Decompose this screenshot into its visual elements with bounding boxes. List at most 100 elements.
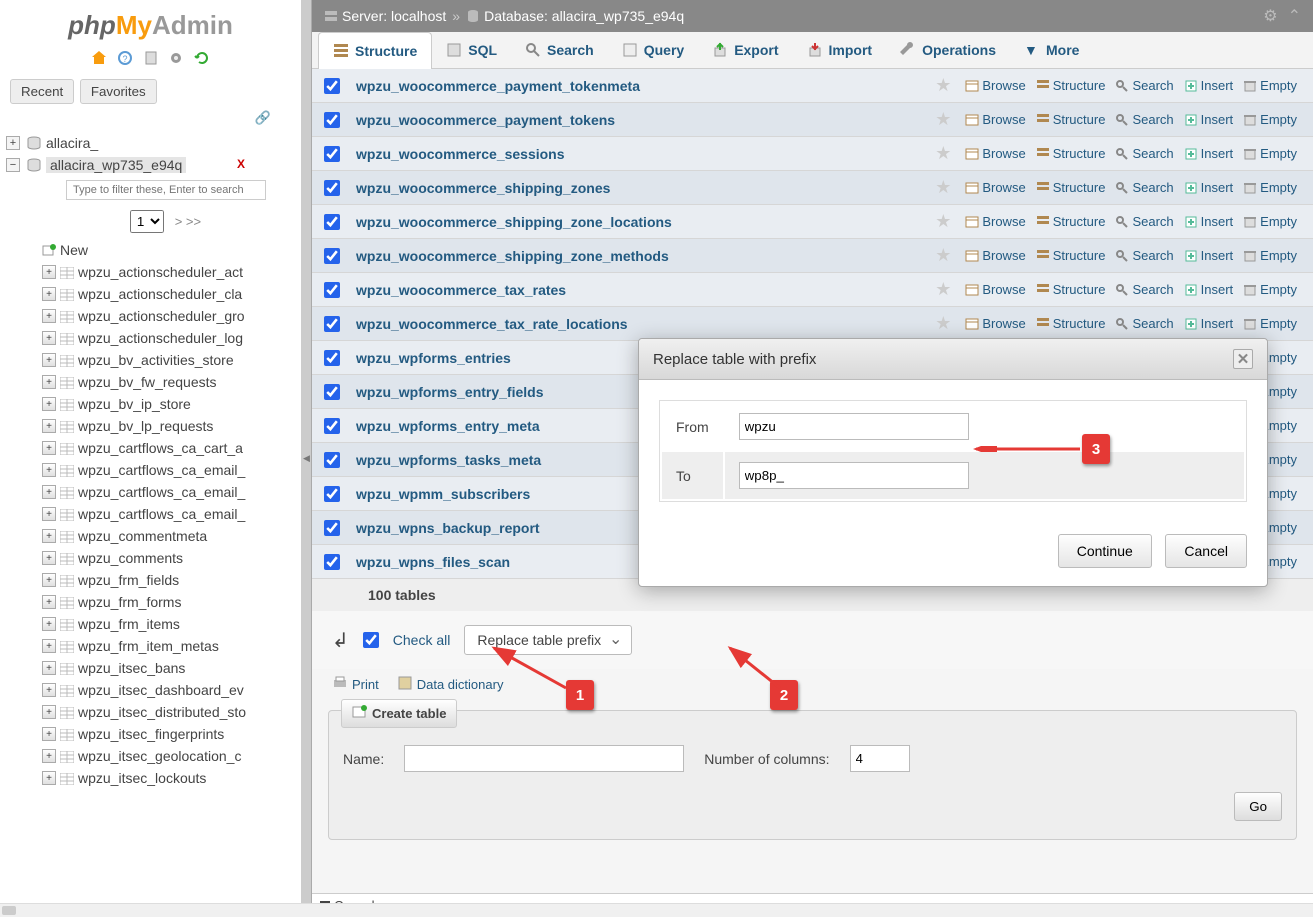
structure-action[interactable]: Structure xyxy=(1032,282,1110,297)
expand-icon[interactable]: + xyxy=(42,617,56,631)
tab-more[interactable]: ▼More xyxy=(1010,32,1093,68)
dialog-titlebar[interactable]: Replace table with prefix ✕ xyxy=(639,339,1267,380)
expand-icon[interactable]: + xyxy=(42,529,56,543)
tab-query[interactable]: Query xyxy=(608,32,698,68)
expand-icon[interactable]: + xyxy=(42,595,56,609)
tab-structure[interactable]: Structure xyxy=(318,32,432,69)
table-name[interactable]: wpzu_woocommerce_shipping_zones xyxy=(356,180,935,196)
browse-action[interactable]: Browse xyxy=(961,180,1029,195)
row-checkbox[interactable] xyxy=(324,146,340,162)
browse-action[interactable]: Browse xyxy=(961,146,1029,161)
favorite-star-icon[interactable]: ★ xyxy=(935,313,951,334)
table-item[interactable]: + wpzu_frm_forms xyxy=(30,591,301,613)
insert-action[interactable]: Insert xyxy=(1180,78,1238,93)
expand-icon[interactable]: + xyxy=(42,639,56,653)
expand-icon[interactable]: + xyxy=(42,573,56,587)
favorite-star-icon[interactable]: ★ xyxy=(935,177,951,198)
table-name[interactable]: wpzu_woocommerce_sessions xyxy=(356,146,935,162)
favorite-star-icon[interactable]: ★ xyxy=(935,279,951,300)
docs-icon[interactable] xyxy=(143,50,159,66)
table-item[interactable]: + wpzu_frm_fields xyxy=(30,569,301,591)
empty-action[interactable]: Empty xyxy=(1239,78,1301,93)
row-checkbox[interactable] xyxy=(324,384,340,400)
expand-icon[interactable]: + xyxy=(42,309,56,323)
table-name[interactable]: wpzu_frm_forms xyxy=(78,594,181,610)
table-name[interactable]: wpzu_cartflows_ca_email_ xyxy=(78,484,245,500)
structure-action[interactable]: Structure xyxy=(1032,78,1110,93)
browse-action[interactable]: Browse xyxy=(961,316,1029,331)
table-item[interactable]: + wpzu_comments xyxy=(30,547,301,569)
row-checkbox[interactable] xyxy=(324,350,340,366)
table-item[interactable]: + wpzu_bv_activities_store xyxy=(30,349,301,371)
search-action[interactable]: Search xyxy=(1111,112,1177,127)
table-item[interactable]: +wpzu_frm_item_metas xyxy=(30,635,301,657)
table-name[interactable]: wpzu_actionscheduler_act xyxy=(78,264,243,280)
table-item[interactable]: +wpzu_cartflows_ca_email_ xyxy=(30,459,301,481)
empty-action[interactable]: Empty xyxy=(1239,112,1301,127)
table-name[interactable]: wpzu_woocommerce_tax_rate_locations xyxy=(356,316,935,332)
empty-action[interactable]: Empty xyxy=(1239,282,1301,297)
insert-action[interactable]: Insert xyxy=(1180,112,1238,127)
expand-icon[interactable]: + xyxy=(42,441,56,455)
page-select[interactable]: 1 xyxy=(130,210,164,233)
expand-icon[interactable]: + xyxy=(42,287,56,301)
table-name[interactable]: wpzu_cartflows_ca_cart_a xyxy=(78,440,243,456)
table-name[interactable]: wpzu_woocommerce_payment_tokenmeta xyxy=(356,78,935,94)
table-name[interactable]: wpzu_comments xyxy=(78,550,183,566)
table-item[interactable]: +wpzu_actionscheduler_act xyxy=(30,261,301,283)
row-checkbox[interactable] xyxy=(324,248,340,264)
expand-icon[interactable]: + xyxy=(42,419,56,433)
insert-action[interactable]: Insert xyxy=(1180,282,1238,297)
empty-action[interactable]: Empty xyxy=(1239,248,1301,263)
bc-server-link[interactable]: localhost xyxy=(391,8,446,24)
browse-action[interactable]: Browse xyxy=(961,112,1029,127)
structure-action[interactable]: Structure xyxy=(1032,180,1110,195)
row-checkbox[interactable] xyxy=(324,554,340,570)
search-action[interactable]: Search xyxy=(1111,146,1177,161)
favorite-star-icon[interactable]: ★ xyxy=(935,211,951,232)
table-name[interactable]: wpzu_itsec_lockouts xyxy=(78,770,206,786)
collapse-toggle[interactable]: − xyxy=(6,158,20,172)
table-name[interactable]: wpzu_commentmeta xyxy=(78,528,207,544)
table-name[interactable]: wpzu_bv_fw_requests xyxy=(78,374,217,390)
expand-icon[interactable]: + xyxy=(42,331,56,345)
reload-icon[interactable] xyxy=(194,50,210,66)
expand-icon[interactable]: + xyxy=(42,375,56,389)
table-name[interactable]: wpzu_frm_fields xyxy=(78,572,179,588)
expand-icon[interactable]: + xyxy=(42,551,56,565)
table-name[interactable]: wpzu_bv_activities_store xyxy=(78,352,234,368)
check-all-checkbox[interactable] xyxy=(363,632,379,648)
empty-action[interactable]: Empty xyxy=(1239,214,1301,229)
gear-icon[interactable]: ⚙ xyxy=(1263,6,1277,26)
insert-action[interactable]: Insert xyxy=(1180,180,1238,195)
link-icon[interactable]: 🔗 xyxy=(0,110,301,132)
db-name-1[interactable]: allacira_ xyxy=(46,135,98,151)
table-name[interactable]: wpzu_itsec_fingerprints xyxy=(78,726,224,742)
structure-action[interactable]: Structure xyxy=(1032,214,1110,229)
table-item[interactable]: +wpzu_actionscheduler_gro xyxy=(30,305,301,327)
table-item[interactable]: +wpzu_itsec_bans xyxy=(30,657,301,679)
row-checkbox[interactable] xyxy=(324,418,340,434)
expand-icon[interactable]: + xyxy=(42,683,56,697)
table-item[interactable]: + wpzu_cartflows_ca_cart_a xyxy=(30,437,301,459)
row-checkbox[interactable] xyxy=(324,214,340,230)
table-name[interactable]: wpzu_actionscheduler_log xyxy=(78,330,243,346)
table-name[interactable]: wpzu_cartflows_ca_email_ xyxy=(78,506,245,522)
from-input[interactable] xyxy=(739,413,969,440)
structure-action[interactable]: Structure xyxy=(1032,316,1110,331)
expand-icon[interactable]: + xyxy=(42,353,56,367)
browse-action[interactable]: Browse xyxy=(961,282,1029,297)
tab-import[interactable]: Import xyxy=(793,32,887,68)
row-checkbox[interactable] xyxy=(324,452,340,468)
with-selected-dropdown[interactable]: Replace table prefix xyxy=(464,625,632,655)
table-item[interactable]: + wpzu_bv_fw_requests xyxy=(30,371,301,393)
db-name-2[interactable]: allacira_wp735_e94q xyxy=(46,157,186,173)
continue-button[interactable]: Continue xyxy=(1058,534,1152,568)
expand-icon[interactable]: + xyxy=(42,507,56,521)
search-action[interactable]: Search xyxy=(1111,214,1177,229)
new-link[interactable]: New xyxy=(60,242,88,258)
row-checkbox[interactable] xyxy=(324,486,340,502)
tab-sql[interactable]: SQL xyxy=(432,32,511,68)
favorite-star-icon[interactable]: ★ xyxy=(935,143,951,164)
expand-icon[interactable]: + xyxy=(42,727,56,741)
